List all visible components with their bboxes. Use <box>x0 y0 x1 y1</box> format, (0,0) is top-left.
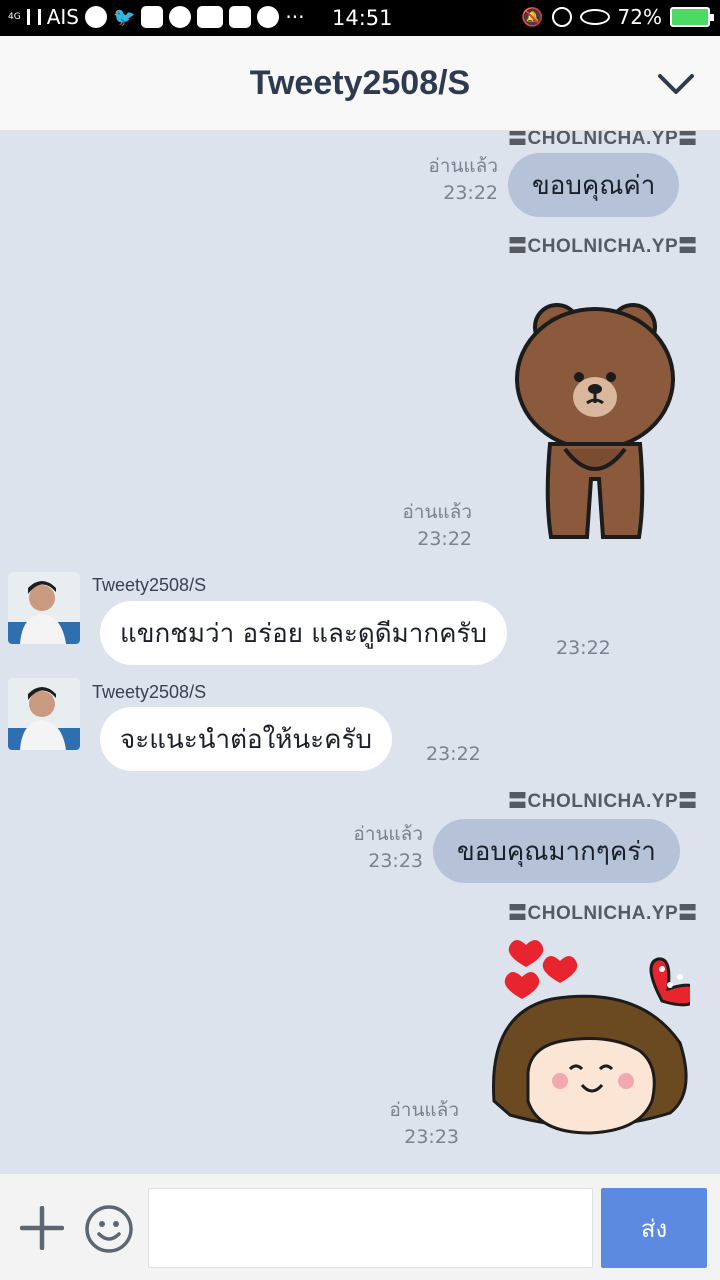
line-icon <box>169 6 192 28</box>
avatar[interactable] <box>8 678 80 750</box>
chat-header: Tweety2508/S <box>0 36 720 131</box>
eye-icon <box>579 9 610 25</box>
chat-title: Tweety2508/S <box>249 64 471 102</box>
send-button[interactable]: ส่ง <box>601 1188 707 1268</box>
message-bubble-outgoing[interactable]: ขอบคุณมากๆคร่า <box>433 819 680 883</box>
chrome-icon <box>84 6 107 28</box>
read-receipt: อ่านแล้ว 23:23 <box>389 1097 459 1151</box>
clock: 14:51 <box>332 6 393 30</box>
input-bar: ส่ง <box>0 1173 720 1280</box>
more-notifications: ··· <box>285 5 305 29</box>
watermark: 〓CHOLNICHA.YP〓 <box>508 131 698 149</box>
read-receipt: อ่านแล้ว 23:22 <box>428 153 498 207</box>
message-time: 23:22 <box>426 743 481 765</box>
message-bubble-incoming[interactable]: จะแนะนำต่อให้นะครับ <box>100 707 393 771</box>
read-status: อ่านแล้ว <box>428 155 498 177</box>
carrier-name: AIS <box>46 5 79 29</box>
watermark: 〓CHOLNICHA.YP〓 <box>508 791 698 812</box>
avatar-photo <box>8 678 80 750</box>
message-time: 23:22 <box>443 182 498 204</box>
at-app-icon <box>229 6 252 28</box>
sender-name: Tweety2508/S <box>92 575 207 595</box>
youtube-icon <box>197 6 224 28</box>
alarm-icon <box>551 7 572 27</box>
pinterest-icon <box>257 6 280 28</box>
watermark: 〓CHOLNICHA.YP〓 <box>508 236 698 257</box>
sender-name: Tweety2508/S <box>92 682 207 702</box>
twitter-icon: 🐦 <box>112 6 136 28</box>
avatar[interactable] <box>8 572 80 644</box>
message-input[interactable] <box>148 1188 593 1268</box>
battery-percent: 72% <box>617 5 662 29</box>
girl-hearts-sticker[interactable] <box>490 933 690 1153</box>
message-time: 23:22 <box>417 528 472 550</box>
network-type: 4G <box>8 11 21 22</box>
read-receipt: อ่านแล้ว 23:23 <box>353 821 423 875</box>
instagram-icon <box>141 6 164 28</box>
read-receipt: อ่านแล้ว 23:22 <box>402 499 472 553</box>
message-time: 23:22 <box>556 637 611 659</box>
chat-area[interactable]: 〓CHOLNICHA.YP〓 อ่านแล้ว 23:22 ขอบคุณค่า … <box>0 131 720 1173</box>
message-time: 23:23 <box>368 850 423 872</box>
bear-sticker[interactable] <box>505 299 685 549</box>
avatar-photo <box>8 572 80 644</box>
watermark: 〓CHOLNICHA.YP〓 <box>508 903 698 924</box>
message-time: 23:23 <box>404 1126 459 1148</box>
read-status: อ่านแล้ว <box>389 1099 459 1121</box>
status-left: 4G AIS 🐦 ··· <box>8 5 304 29</box>
chevron-down-icon[interactable] <box>656 64 696 104</box>
signal-icon <box>26 9 41 25</box>
read-status: อ่านแล้ว <box>402 501 472 523</box>
smiley-icon[interactable] <box>84 1204 134 1254</box>
plus-icon[interactable] <box>20 1206 64 1250</box>
battery-icon <box>670 7 714 27</box>
read-status: อ่านแล้ว <box>353 823 423 845</box>
message-bubble-outgoing[interactable]: ขอบคุณค่า <box>508 153 680 217</box>
bell-off-icon: 🔕 <box>521 6 544 28</box>
status-right: 🔕 72% <box>521 5 714 29</box>
message-bubble-incoming[interactable]: แขกชมว่า อร่อย และดูดีมากครับ <box>100 601 507 665</box>
status-bar: 4G AIS 🐦 ··· 14:51 🔕 72% <box>0 0 720 36</box>
